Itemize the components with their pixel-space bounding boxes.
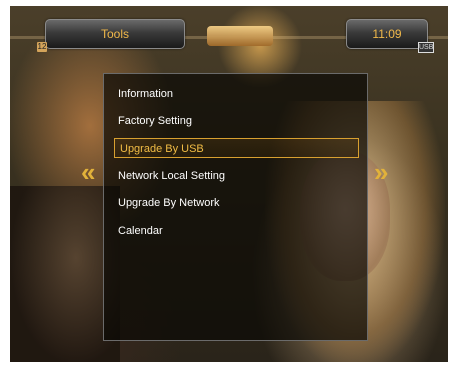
menu-item-network-local-setting[interactable]: Network Local Setting: [118, 166, 225, 186]
title-bar: Tools: [45, 19, 185, 49]
clock-bar: 11:09: [346, 19, 428, 49]
menu-item-calendar[interactable]: Calendar: [118, 221, 163, 241]
menu-item-factory-setting[interactable]: Factory Setting: [118, 111, 192, 131]
tools-menu-panel: Information Factory Setting Upgrade By U…: [103, 73, 368, 341]
page-title: Tools: [100, 27, 129, 41]
background-lamp: [207, 26, 273, 46]
menu-item-upgrade-by-usb[interactable]: Upgrade By USB: [114, 138, 359, 158]
double-chevron-right-icon[interactable]: »: [374, 158, 389, 186]
channel-badge-icon: 12: [37, 42, 47, 52]
menu-item-upgrade-by-network[interactable]: Upgrade By Network: [118, 193, 220, 213]
menu-item-information[interactable]: Information: [118, 84, 173, 104]
usb-indicator-icon: USB: [418, 42, 434, 53]
double-chevron-left-icon[interactable]: «: [81, 158, 96, 186]
clock-time: 11:09: [372, 27, 402, 41]
